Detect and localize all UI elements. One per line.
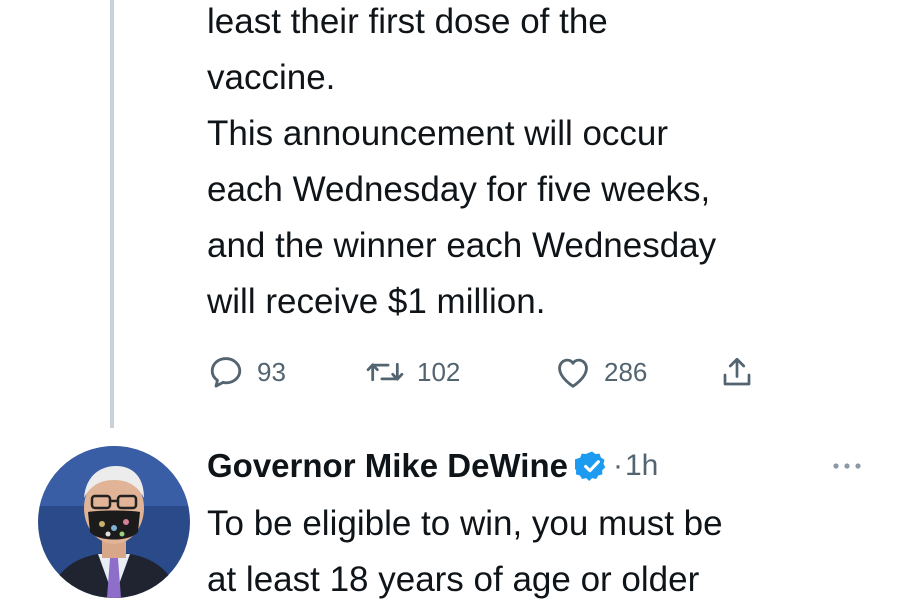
more-options-icon [833, 463, 861, 469]
verified-badge-icon [574, 449, 609, 483]
avatar[interactable] [38, 446, 190, 598]
more-options-button[interactable] [827, 451, 867, 481]
like-count: 286 [604, 356, 648, 387]
tweet-text-line: will receive $1 million. [207, 282, 546, 321]
share-icon [723, 357, 751, 386]
thread-connector-line [110, 0, 114, 428]
tweet-body-text: To be eligible to win, you must be at le… [207, 496, 887, 600]
retweet-icon [366, 362, 404, 382]
like-button[interactable]: 286 [554, 350, 647, 394]
avatar-photo [38, 446, 190, 598]
tweet-text-line: vaccine. [207, 58, 336, 97]
reply-icon [210, 357, 242, 388]
tweet-text-line: and the winner each Wednesday [207, 226, 717, 265]
reply-button[interactable]: 93 [207, 350, 286, 394]
tweet-text-line: least their first dose of the [207, 2, 608, 41]
tweet-text-line: at least 18 years of age or older [207, 560, 700, 599]
tweet-body-text: least their first dose of the vaccine. T… [207, 0, 887, 330]
tweet-action-bar: 93 102 286 [207, 350, 827, 394]
retweet-button[interactable]: 102 [365, 350, 460, 394]
header-separator: · [612, 449, 623, 482]
retweet-count: 102 [417, 356, 461, 387]
author-name[interactable]: Governor Mike DeWine [207, 447, 568, 485]
share-button[interactable] [719, 350, 755, 394]
tweet-text-line: To be eligible to win, you must be [207, 504, 723, 543]
tweet-header: Governor Mike DeWine · 1h [207, 441, 867, 491]
tweet-timestamp[interactable]: 1h [625, 449, 658, 483]
heart-icon [558, 358, 588, 388]
tweet-text-line: This announcement will occur [207, 114, 669, 153]
tweet-text-line: each Wednesday for five weeks, [207, 170, 711, 209]
reply-count: 93 [257, 356, 286, 387]
